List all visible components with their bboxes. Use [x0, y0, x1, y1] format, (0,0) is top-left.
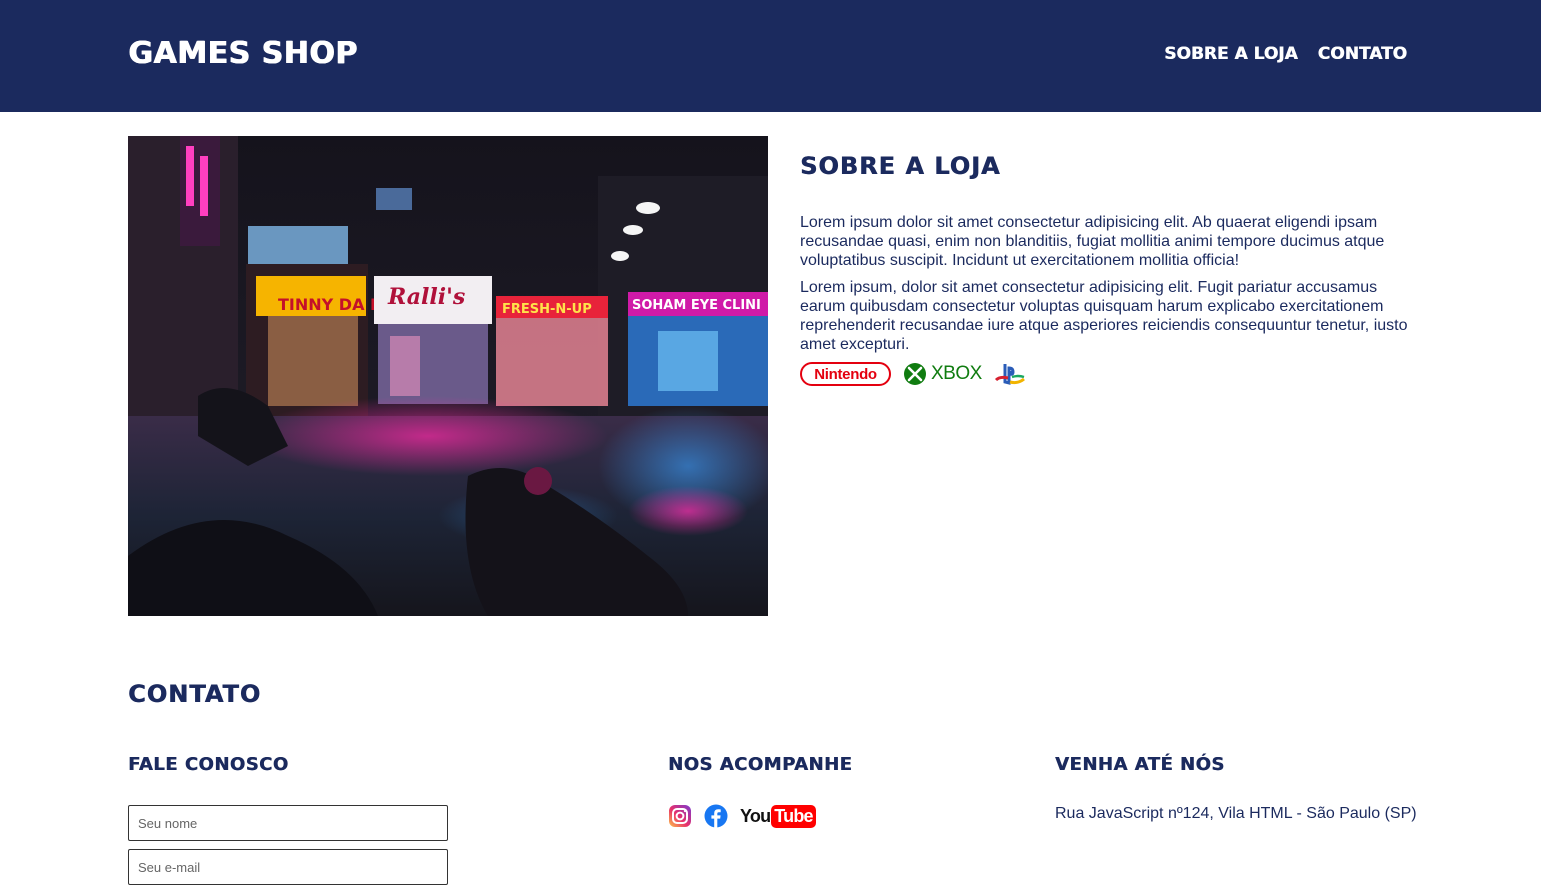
- platform-logos: Nintendo XBOX: [800, 362, 1026, 386]
- store-address: Rua JavaScript nº124, Vila HTML - São Pa…: [1055, 805, 1417, 822]
- night-street-image: TINNY DA DHABA Ralli's FRESH-N-UP SOHAM …: [128, 136, 768, 616]
- nav-link-contato[interactable]: CONTATO: [1318, 44, 1407, 64]
- site-header: GAMES SHOP SOBRE A LOJA CONTATO: [0, 0, 1541, 112]
- playstation-logo-icon: [994, 362, 1026, 386]
- social-title: NOS ACOMPANHE: [668, 754, 853, 775]
- about-paragraph-1: Lorem ipsum dolor sit amet consectetur a…: [800, 214, 1385, 269]
- contact-title: CONTATO: [128, 680, 262, 708]
- nav-link-sobre[interactable]: SOBRE A LOJA: [1164, 44, 1298, 64]
- about-paragraph-2: Lorem ipsum, dolor sit amet consectetur …: [800, 279, 1408, 353]
- about-title: SOBRE A LOJA: [800, 152, 1001, 180]
- sign-fresh: FRESH-N-UP: [502, 302, 592, 317]
- sign-soham: SOHAM EYE CLINI: [632, 298, 761, 313]
- name-input[interactable]: [128, 805, 448, 841]
- brand-logo[interactable]: GAMES SHOP: [128, 36, 357, 71]
- instagram-icon[interactable]: [668, 804, 692, 828]
- email-input[interactable]: [128, 849, 448, 885]
- youtube-icon[interactable]: You Tube: [740, 804, 816, 828]
- facebook-icon[interactable]: [704, 804, 728, 828]
- xbox-logo-icon: XBOX: [903, 362, 982, 386]
- social-links: You Tube: [668, 804, 816, 828]
- form-title: FALE CONOSCO: [128, 754, 289, 775]
- store-photo: TINNY DA DHABA Ralli's FRESH-N-UP SOHAM …: [128, 136, 768, 616]
- main-nav: SOBRE A LOJA CONTATO: [1164, 44, 1407, 64]
- nintendo-logo-icon: Nintendo: [800, 362, 891, 386]
- sign-rallis: Ralli's: [387, 284, 465, 310]
- visit-title: VENHA ATÉ NÓS: [1055, 754, 1225, 775]
